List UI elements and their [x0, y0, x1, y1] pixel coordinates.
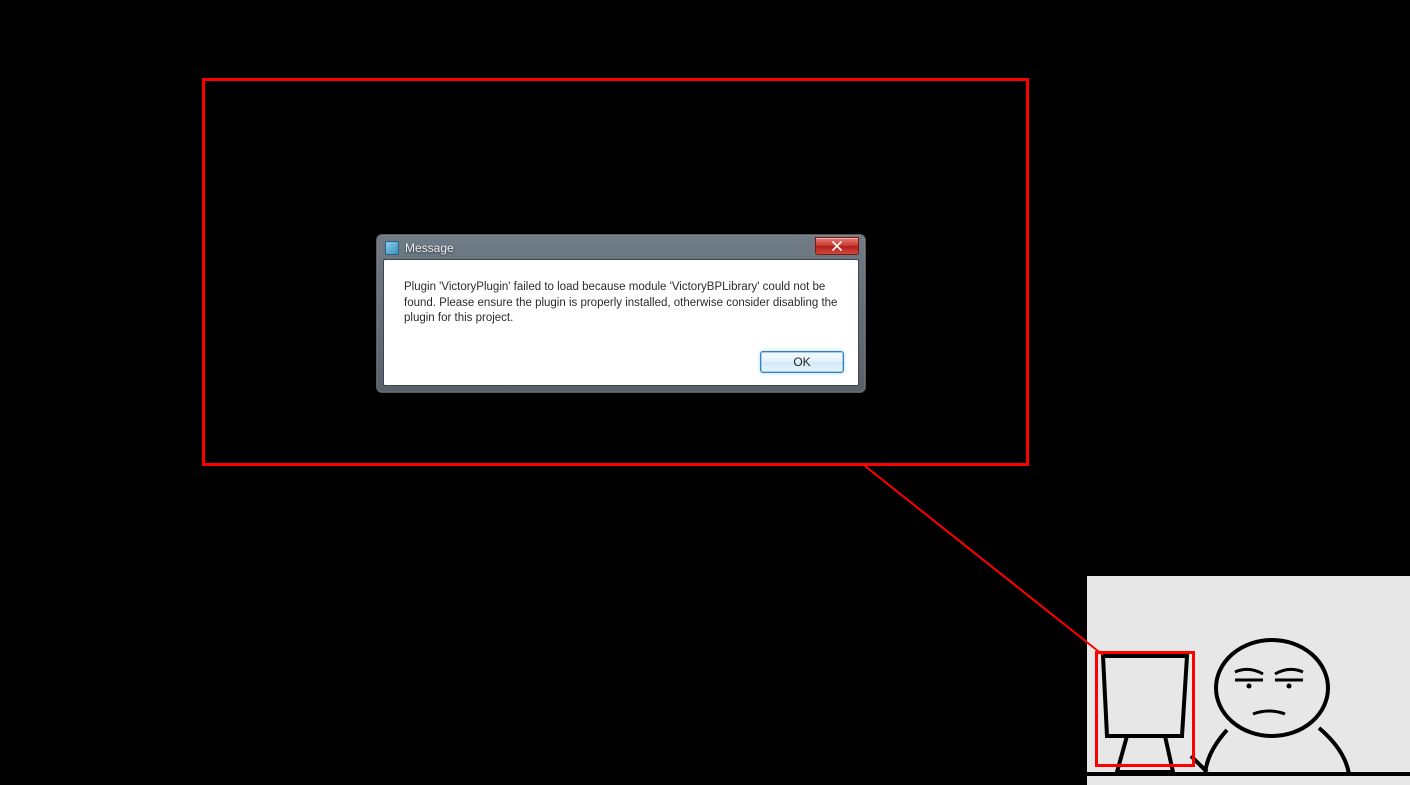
dialog-titlebar[interactable]: Message	[383, 241, 859, 259]
app-icon	[385, 241, 399, 255]
message-dialog: Message Plugin 'VictoryPlugin' failed to…	[376, 234, 866, 393]
dialog-title: Message	[405, 241, 454, 255]
monitor-highlight-box	[1095, 651, 1195, 767]
dialog-button-row: OK	[384, 345, 858, 385]
ok-button[interactable]: OK	[760, 351, 844, 373]
stage: Message Plugin 'VictoryPlugin' failed to…	[0, 0, 1410, 785]
close-icon	[832, 241, 842, 251]
close-button[interactable]	[815, 237, 859, 255]
dialog-client-area: Plugin 'VictoryPlugin' failed to load be…	[383, 259, 859, 386]
dialog-message-text: Plugin 'VictoryPlugin' failed to load be…	[384, 260, 858, 345]
